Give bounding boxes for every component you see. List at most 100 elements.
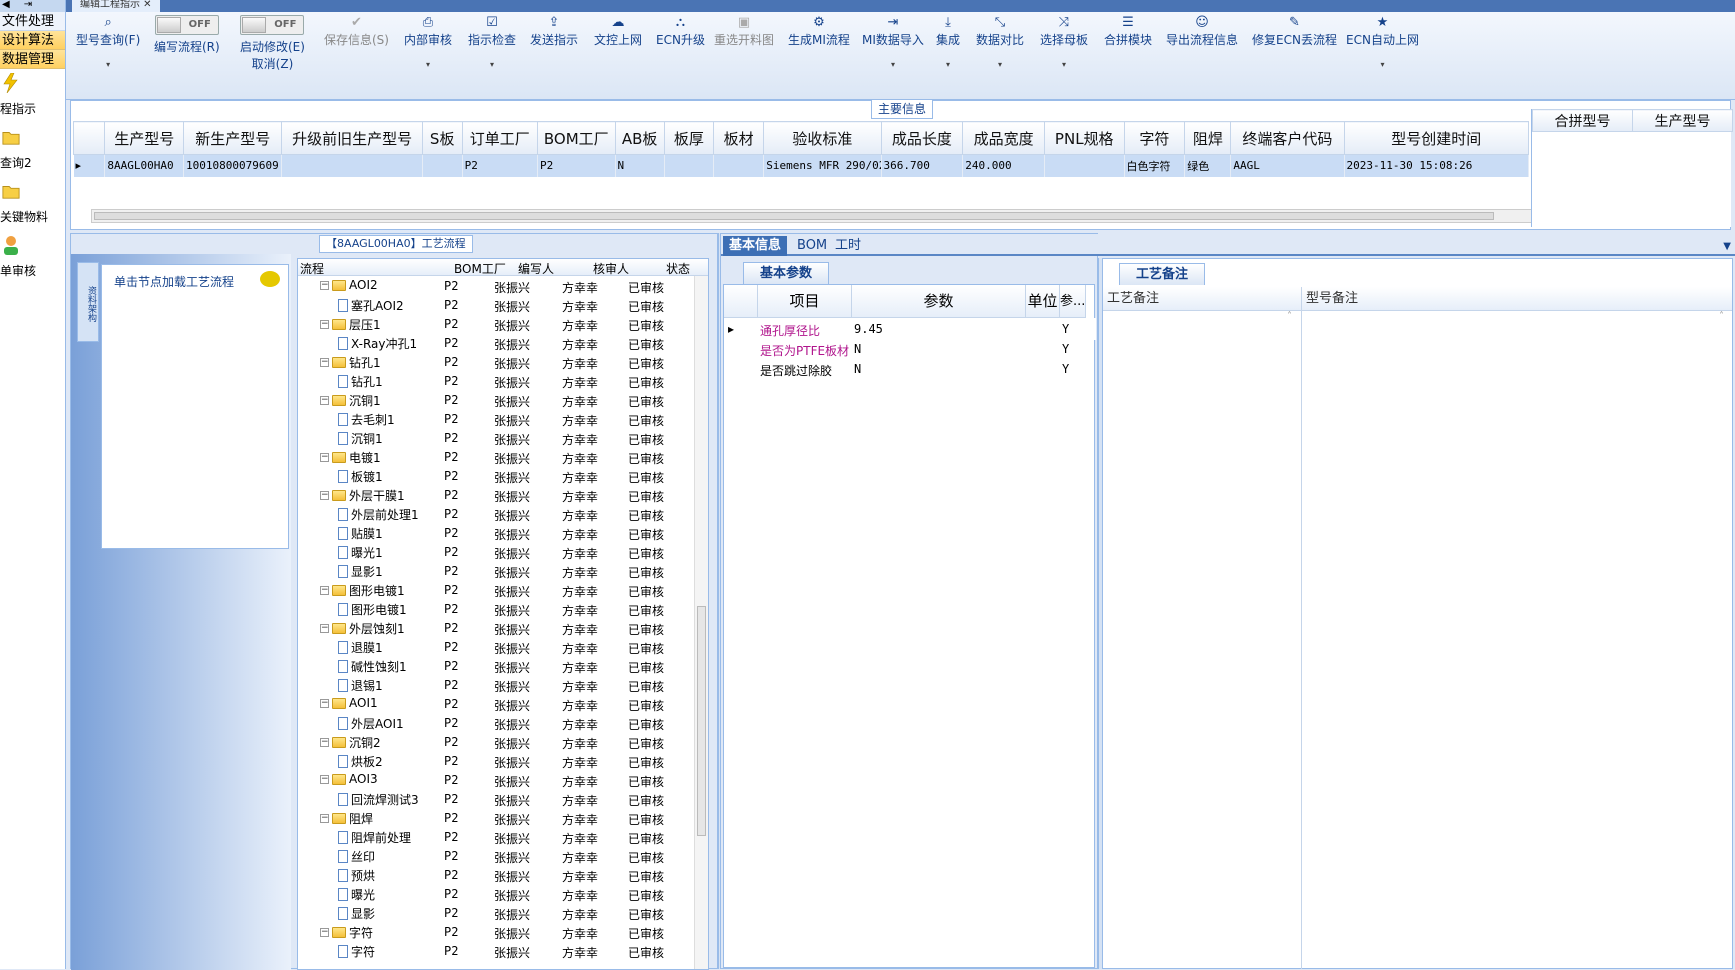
flow-row[interactable]: − 外层蚀刻1 P2 张振兴 方幸幸 已审核 — [298, 618, 708, 637]
flow-node[interactable]: − 层压1 — [320, 316, 381, 333]
scroll-up-icon[interactable]: ˄ — [1287, 311, 1299, 323]
notes-tab[interactable]: 工艺备注 — [1119, 263, 1206, 285]
rail-menu-design[interactable]: 设计算法 — [0, 31, 65, 50]
col-reviewer[interactable]: 核审人 — [593, 260, 629, 277]
dropdown-arrow-icon[interactable]: ▾ — [976, 60, 1024, 69]
col-status[interactable]: 状态 — [666, 260, 690, 277]
main-col-2[interactable]: 升级前旧生产型号 — [281, 121, 423, 155]
dropdown-arrow-icon[interactable]: ▾ — [1346, 60, 1419, 69]
model-query-button[interactable]: ⌕ 型号查询(F) ▾ — [76, 15, 140, 69]
flow-node[interactable]: − AOI2 — [320, 278, 378, 292]
main-info-row[interactable]: ▸ 8AAGL00HA0 10010800079609 P2 P2 N Siemens MF… — [73, 154, 1529, 177]
doc-upload-button[interactable]: ☁ 文控上网 — [594, 15, 642, 48]
main-col-4[interactable]: 订单工厂 — [461, 121, 539, 155]
internal-review-button[interactable]: ⎙ 内部审核 ▾ — [404, 15, 452, 69]
start-modify-toggle[interactable]: OFF — [240, 15, 305, 35]
main-col-5[interactable]: BOM工厂 — [537, 121, 616, 155]
collapse-icon[interactable]: − — [320, 358, 329, 367]
gen-mi-flow-button[interactable]: ⚙ 生成MI流程 — [788, 15, 850, 48]
param-cell-value[interactable]: N — [854, 362, 861, 376]
flow-node[interactable]: 去毛刺1 — [338, 411, 395, 428]
param-cell-value[interactable]: N — [854, 342, 861, 356]
flow-row[interactable]: 丝印 P2 张振兴 方幸幸 已审核 — [298, 846, 708, 865]
export-flow-button[interactable]: ☺ 导出流程信息 — [1166, 15, 1238, 48]
notes-col-process[interactable]: 工艺备注 — [1103, 287, 1301, 311]
flow-row[interactable]: 沉铜1 P2 张振兴 方幸幸 已审核 — [298, 428, 708, 447]
flow-node[interactable]: − 外层干膜1 — [320, 487, 405, 504]
flow-node[interactable]: − 钻孔1 — [320, 354, 381, 371]
flow-row[interactable]: 阻焊前处理 P2 张振兴 方幸幸 已审核 — [298, 827, 708, 846]
flow-row[interactable]: 板镀1 P2 张振兴 方幸幸 已审核 — [298, 466, 708, 485]
collapse-icon[interactable]: − — [320, 928, 329, 937]
flow-row[interactable]: 退膜1 P2 张振兴 方幸幸 已审核 — [298, 637, 708, 656]
data-compare-button[interactable]: ⤡ 数据对比 ▾ — [976, 15, 1024, 69]
rail-item-instruction[interactable]: 程指示 — [0, 69, 65, 123]
scroll-thumb[interactable] — [94, 212, 1494, 220]
panel-production-header[interactable]: 生产型号 — [1632, 109, 1733, 132]
flow-row[interactable]: − 层压1 P2 张振兴 方幸幸 已审核 — [298, 314, 708, 333]
dropdown-arrow-icon[interactable]: ▾ — [404, 60, 452, 69]
collapse-icon[interactable]: − — [320, 491, 329, 500]
flow-node[interactable]: − AOI1 — [320, 696, 378, 710]
flow-row[interactable]: 图形电镀1 P2 张振兴 方幸幸 已审核 — [298, 599, 708, 618]
flow-node[interactable]: 回流焊测试3 — [338, 791, 419, 808]
flow-row[interactable]: − 钻孔1 P2 张振兴 方幸幸 已审核 — [298, 352, 708, 371]
dropdown-arrow-icon[interactable]: ▾ — [936, 60, 960, 69]
rail-menu-data[interactable]: 数据管理 — [0, 50, 65, 69]
fix-ecn-button[interactable]: ✎ 修复ECN丢流程 — [1252, 15, 1337, 48]
flow-node[interactable]: 丝印 — [338, 848, 375, 865]
flow-row[interactable]: − AOI2 P2 张振兴 方幸幸 已审核 — [298, 276, 708, 295]
flow-row[interactable]: 钻孔1 P2 张振兴 方幸幸 已审核 — [298, 371, 708, 390]
reselect-cutting-button[interactable]: ▣ 重选开料图 — [714, 15, 774, 48]
flow-row[interactable]: 退锡1 P2 张振兴 方幸幸 已审核 — [298, 675, 708, 694]
collapse-icon[interactable]: − — [320, 280, 329, 290]
panel-model-header[interactable]: 合拼型号 — [1532, 109, 1633, 132]
tab-work-hours[interactable]: 工时 — [829, 236, 867, 256]
flow-node[interactable]: X-Ray冲孔1 — [338, 335, 417, 352]
flow-node[interactable]: 显影1 — [338, 563, 383, 580]
scroll-up-icon[interactable]: ˄ — [1719, 311, 1731, 323]
flow-row[interactable]: 曝光 P2 张振兴 方幸幸 已审核 — [298, 884, 708, 903]
flow-row[interactable]: 塞孔AOI2 P2 张振兴 方幸幸 已审核 — [298, 295, 708, 314]
main-col-16[interactable]: 型号创建时间 — [1343, 121, 1529, 155]
instruction-check-button[interactable]: ☑ 指示检查 ▾ — [468, 15, 516, 69]
comment-icon[interactable] — [260, 271, 280, 287]
flow-row[interactable]: 外层前处理1 P2 张振兴 方幸幸 已审核 — [298, 504, 708, 523]
flow-row[interactable]: 曝光1 P2 张振兴 方幸幸 已审核 — [298, 542, 708, 561]
flow-node[interactable]: 阻焊前处理 — [338, 829, 411, 846]
window-tab[interactable]: 编辑工程指示 ✕ — [72, 0, 160, 12]
flow-row[interactable]: 贴膜1 P2 张振兴 方幸幸 已审核 — [298, 523, 708, 542]
rail-menu-file[interactable]: 文件处理 — [0, 12, 65, 31]
flow-row[interactable]: 烘板2 P2 张振兴 方幸幸 已审核 — [298, 751, 708, 770]
param-col-value[interactable]: 参数 — [852, 285, 1026, 318]
flow-row[interactable]: − 电镀1 P2 张振兴 方幸幸 已审核 — [298, 447, 708, 466]
collapse-icon[interactable]: − — [320, 698, 329, 708]
flow-node[interactable]: 板镀1 — [338, 468, 383, 485]
integrate-button[interactable]: ⤓ 集成 ▾ — [936, 15, 960, 69]
exit-icon[interactable]: ⇥ — [24, 0, 32, 12]
flow-node[interactable]: − 图形电镀1 — [320, 582, 405, 599]
flow-row[interactable]: 显影1 P2 张振兴 方幸幸 已审核 — [298, 561, 708, 580]
flow-node[interactable]: 显影 — [338, 905, 375, 922]
main-col-14[interactable]: 阻焊 — [1184, 121, 1232, 155]
flow-row[interactable]: − 字符 P2 张振兴 方幸幸 已审核 — [298, 922, 708, 941]
rail-item-key-material[interactable]: 关键物料 — [0, 177, 65, 231]
tab-bom[interactable]: BOM — [791, 236, 833, 256]
collapse-icon[interactable]: − — [320, 396, 329, 405]
flow-row[interactable]: − 外层干膜1 P2 张振兴 方幸幸 已审核 — [298, 485, 708, 504]
flow-row[interactable]: X-Ray冲孔1 P2 张振兴 方幸幸 已审核 — [298, 333, 708, 352]
flow-node[interactable]: 曝光 — [338, 886, 375, 903]
flow-node[interactable]: 碱性蚀刻1 — [338, 658, 407, 675]
structure-side-tab[interactable]: 资料架构 — [77, 262, 99, 342]
flow-row[interactable]: 外层AOI1 P2 张振兴 方幸幸 已审核 — [298, 713, 708, 732]
scroll-thumb[interactable] — [697, 606, 706, 836]
collapse-icon[interactable]: − — [320, 738, 329, 747]
flow-row[interactable]: 去毛刺1 P2 张振兴 方幸幸 已审核 — [298, 409, 708, 428]
edit-flow-toggle[interactable]: OFF — [154, 15, 219, 35]
flow-node[interactable]: 钻孔1 — [338, 373, 383, 390]
flow-node[interactable]: 外层前处理1 — [338, 506, 419, 523]
flow-node[interactable]: − 电镀1 — [320, 449, 381, 466]
dropdown-arrow-icon[interactable]: ▾ — [862, 60, 924, 69]
flow-node[interactable]: 沉铜1 — [338, 430, 383, 447]
flow-row[interactable]: − AOI3 P2 张振兴 方幸幸 已审核 — [298, 770, 708, 789]
